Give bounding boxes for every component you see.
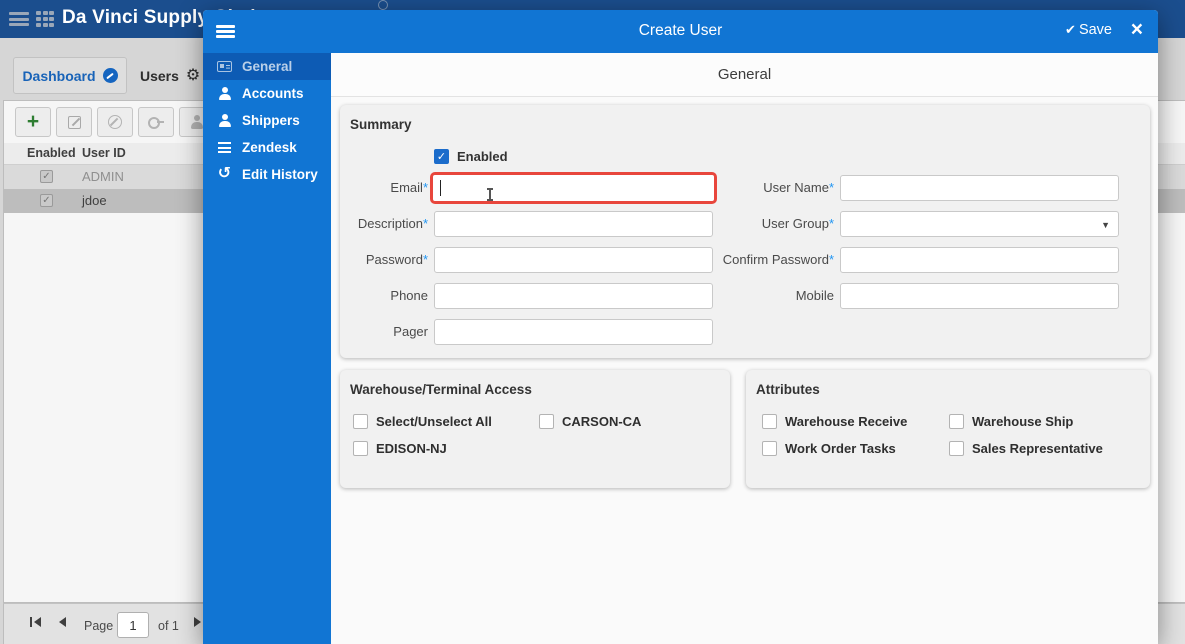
- sidebar-item-accounts[interactable]: Accounts: [203, 80, 331, 107]
- pager-input[interactable]: [434, 319, 713, 345]
- apps-grid-icon[interactable]: [36, 11, 54, 27]
- registered-mark-icon: [378, 0, 388, 10]
- modal-title: Create User: [638, 22, 723, 39]
- row-user-id: jdoe: [82, 193, 107, 208]
- email-label: Email*: [390, 180, 428, 195]
- attributes-title: Attributes: [756, 382, 820, 397]
- id-card-icon: [216, 61, 233, 72]
- tab-dashboard-label: Dashboard: [22, 67, 96, 84]
- person-icon: [190, 115, 204, 129]
- carson-ca-checkbox[interactable]: [539, 414, 554, 429]
- sidebar-item-label: Shippers: [242, 113, 300, 128]
- mobile-label: Mobile: [795, 288, 834, 303]
- users-toolbar: +: [15, 107, 215, 137]
- user-group-label: User Group*: [761, 216, 834, 231]
- option-warehouse-receive: Warehouse Receive: [762, 414, 907, 429]
- menu-icon[interactable]: [9, 12, 29, 26]
- close-modal-icon[interactable]: ×: [1131, 19, 1143, 40]
- person-icon: [216, 87, 233, 100]
- sidebar-item-label: Zendesk: [242, 140, 297, 155]
- dashboard-gauge-icon: [102, 68, 118, 83]
- password-label: Password*: [365, 252, 428, 267]
- sidebar-item-label: Edit History: [242, 167, 318, 182]
- page-label: Page: [84, 619, 114, 633]
- summary-title: Summary: [350, 117, 412, 132]
- sidebar-item-label: Accounts: [242, 86, 304, 101]
- check-icon: ✔: [1065, 22, 1076, 37]
- plus-icon: +: [26, 109, 40, 133]
- user-group-select[interactable]: ▼: [840, 211, 1119, 237]
- enabled-label: Enabled: [457, 149, 508, 164]
- mobile-input[interactable]: [840, 283, 1119, 309]
- select-unselect-all-checkbox[interactable]: [353, 414, 368, 429]
- edison-nj-checkbox[interactable]: [353, 441, 368, 456]
- sales-representative-checkbox[interactable]: [949, 441, 964, 456]
- sidebar-item-general[interactable]: General: [203, 53, 331, 80]
- modal-body: General Summary ✓ Enabled Email* Descrip…: [331, 53, 1158, 644]
- key-icon: [147, 115, 165, 129]
- work-order-tasks-checkbox[interactable]: [762, 441, 777, 456]
- warehouse-access-card: Warehouse/Terminal Access Select/Unselec…: [340, 370, 730, 488]
- option-sales-representative: Sales Representative: [949, 441, 1103, 456]
- gear-icon[interactable]: ⚙: [186, 67, 200, 84]
- row-user-id: ADMIN: [82, 169, 124, 184]
- modal-sidebar: General Accounts Shippers Zendesk ↺ Edit…: [203, 53, 331, 644]
- chevron-down-icon: ▼: [1101, 220, 1110, 230]
- add-user-button[interactable]: +: [15, 107, 51, 137]
- sidebar-item-label: General: [242, 59, 293, 74]
- warehouse-receive-checkbox[interactable]: [762, 414, 777, 429]
- save-button[interactable]: ✔ Save: [1065, 22, 1112, 38]
- list-icon: [216, 142, 233, 153]
- ibeam-cursor-icon: [487, 188, 493, 201]
- enabled-checkbox[interactable]: ✓: [434, 149, 449, 164]
- prev-page-button[interactable]: [59, 617, 66, 627]
- section-title: General: [331, 53, 1158, 97]
- next-page-button[interactable]: [194, 617, 201, 627]
- person-icon: [216, 114, 233, 127]
- pager-label: Pager: [393, 324, 428, 339]
- confirm-password-label: Confirm Password*: [722, 252, 834, 267]
- sidebar-item-shippers[interactable]: Shippers: [203, 107, 331, 134]
- option-edison-nj: EDISON-NJ: [353, 441, 447, 456]
- text-caret: [440, 180, 441, 196]
- page-number-input[interactable]: [117, 612, 149, 638]
- column-enabled: Enabled: [27, 146, 76, 160]
- create-user-modal: Create User ✔ Save × General Accounts Sh…: [203, 10, 1158, 644]
- summary-card: Summary ✓ Enabled Email* Description* Pa…: [340, 105, 1150, 358]
- warehouse-access-title: Warehouse/Terminal Access: [350, 382, 532, 397]
- page-count-label: of 1: [158, 619, 179, 633]
- sidebar-item-edit-history[interactable]: ↺ Edit History: [203, 161, 331, 188]
- modal-header: Create User ✔ Save ×: [203, 10, 1158, 53]
- enabled-field: ✓ Enabled: [434, 149, 508, 164]
- first-page-button[interactable]: [30, 617, 41, 627]
- option-carson-ca: CARSON-CA: [539, 414, 641, 429]
- edit-icon: [67, 115, 81, 129]
- tab-dashboard[interactable]: Dashboard: [13, 57, 127, 94]
- confirm-password-input[interactable]: [840, 247, 1119, 273]
- user-name-input[interactable]: [840, 175, 1119, 201]
- description-label: Description*: [357, 216, 428, 231]
- reset-password-button[interactable]: [138, 107, 174, 137]
- option-select-unselect-all: Select/Unselect All: [353, 414, 492, 429]
- history-icon: ↺: [217, 164, 232, 182]
- tab-users-label: Users: [140, 67, 179, 84]
- option-warehouse-ship: Warehouse Ship: [949, 414, 1073, 429]
- warehouse-ship-checkbox[interactable]: [949, 414, 964, 429]
- disable-user-button[interactable]: [97, 107, 133, 137]
- sidebar-item-zendesk[interactable]: Zendesk: [203, 134, 331, 161]
- phone-label: Phone: [390, 288, 428, 303]
- block-icon: [108, 115, 122, 129]
- user-name-label: User Name*: [763, 180, 834, 195]
- save-button-label: Save: [1078, 22, 1112, 38]
- edit-user-button[interactable]: [56, 107, 92, 137]
- row-enabled-checkbox[interactable]: ✓: [40, 194, 53, 207]
- column-user-id: User ID: [82, 146, 126, 160]
- attributes-card: Attributes Warehouse Receive Warehouse S…: [746, 370, 1150, 488]
- row-enabled-checkbox[interactable]: ✓: [40, 170, 53, 183]
- option-work-order-tasks: Work Order Tasks: [762, 441, 896, 456]
- screen: Da Vinci Supply Chain Dashboard Users ⚙ …: [0, 0, 1185, 644]
